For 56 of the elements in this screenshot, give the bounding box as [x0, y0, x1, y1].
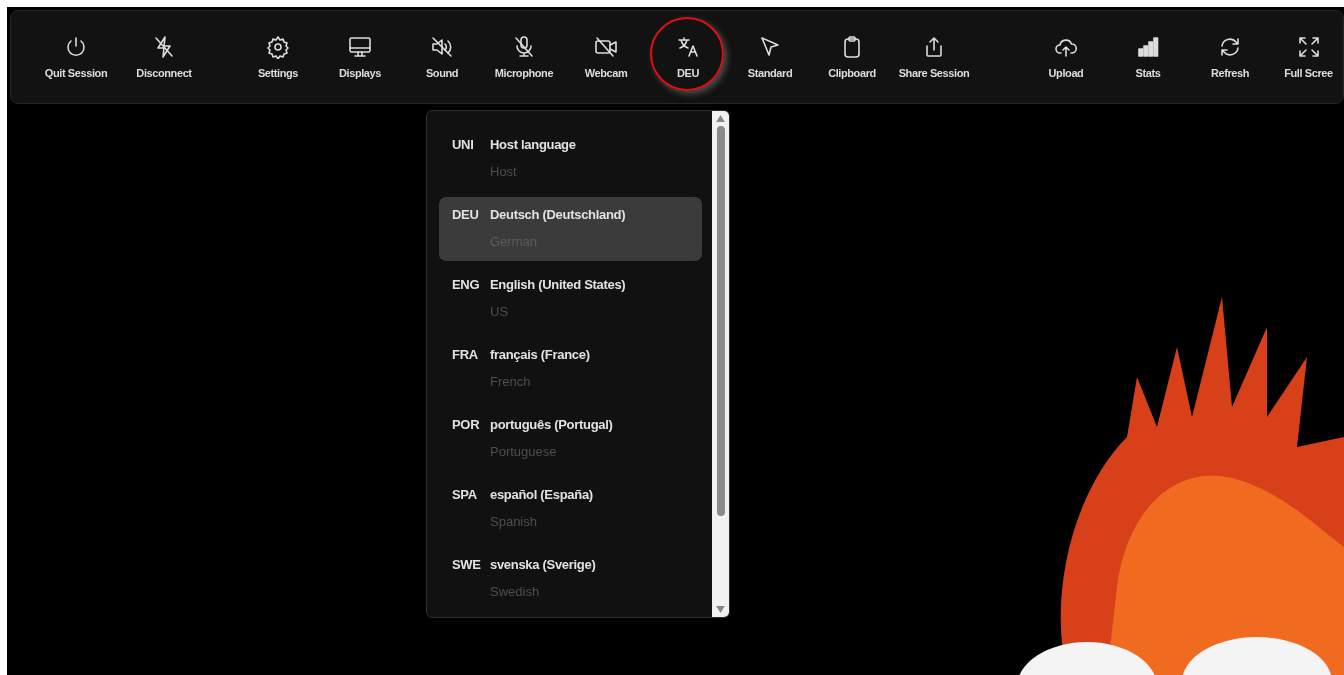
monitor-icon [348, 35, 372, 59]
lightning-slash-icon [152, 35, 176, 59]
language-code: SWE [452, 557, 482, 574]
language-option[interactable]: ENG English (United States) US [439, 267, 702, 331]
toolbar-button[interactable]: Stats [1107, 11, 1189, 103]
translate-icon [676, 35, 700, 59]
speaker-muted-icon [430, 35, 454, 59]
toolbar-button[interactable]: Quit Session [41, 11, 111, 103]
language-option[interactable]: SPA español (España) Spanish [439, 477, 702, 541]
language-subtitle: Swedish [490, 583, 541, 601]
language-option[interactable]: POR português (Portugal) Portuguese [439, 407, 702, 471]
toolbar-button[interactable]: Refresh [1189, 11, 1271, 103]
toolbar-button[interactable]: Upload [1025, 11, 1107, 103]
toolbar-button[interactable]: Displays [319, 11, 401, 103]
language-option[interactable]: FRA français (France) French [439, 337, 702, 401]
cursor-icon [758, 35, 782, 59]
toolbar-button[interactable]: Disconnect [129, 11, 199, 103]
language-subtitle: French [490, 373, 532, 391]
toolbar-button[interactable]: Webcam [565, 11, 647, 103]
scroll-down-icon[interactable] [716, 606, 725, 613]
language-code: ENG [452, 277, 481, 294]
toolbar-button[interactable]: DEU [647, 11, 729, 103]
camera-muted-icon [594, 35, 618, 59]
language-name: français (France) [490, 347, 591, 364]
language-name: English (United States) [490, 277, 627, 294]
expand-icon [1296, 35, 1321, 59]
language-code: DEU [452, 207, 480, 224]
language-subtitle: Portuguese [490, 443, 558, 461]
language-name: português (Portugal) [490, 417, 614, 434]
language-option[interactable]: SWE svenska (Sverige) Swedish [439, 547, 702, 611]
toolbar-button[interactable]: Full Scree [1271, 11, 1343, 103]
microphone-muted-icon [512, 35, 536, 59]
language-option[interactable]: UNI Host language Host [439, 127, 702, 191]
toolbar-button[interactable]: Sound [401, 11, 483, 103]
language-name: svenska (Sverige) [490, 557, 597, 574]
language-name: Deutsch (Deutschland) [490, 207, 627, 224]
language-code: POR [452, 417, 481, 434]
scrollbar[interactable] [712, 111, 729, 617]
language-subtitle: Host [490, 163, 518, 181]
signal-bars-icon [1136, 35, 1160, 59]
settings-icon [266, 35, 290, 59]
language-code: FRA [452, 347, 479, 364]
toolbar-button[interactable]: Standard [729, 11, 811, 103]
refresh-icon [1218, 35, 1242, 59]
toolbar-button[interactable]: Share Session [893, 11, 975, 103]
toolbar-button[interactable]: Settings [237, 11, 319, 103]
language-subtitle: US [490, 303, 510, 321]
power-icon [64, 35, 88, 59]
language-name: Host language [490, 137, 577, 154]
language-code: SPA [452, 487, 478, 504]
toolbar-button[interactable]: Microphone [483, 11, 565, 103]
language-code: UNI [452, 137, 475, 154]
language-subtitle: Spanish [490, 513, 538, 531]
toolbar-button[interactable]: Clipboard [811, 11, 893, 103]
scroll-up-icon[interactable] [716, 115, 725, 122]
language-name: español (España) [490, 487, 594, 504]
